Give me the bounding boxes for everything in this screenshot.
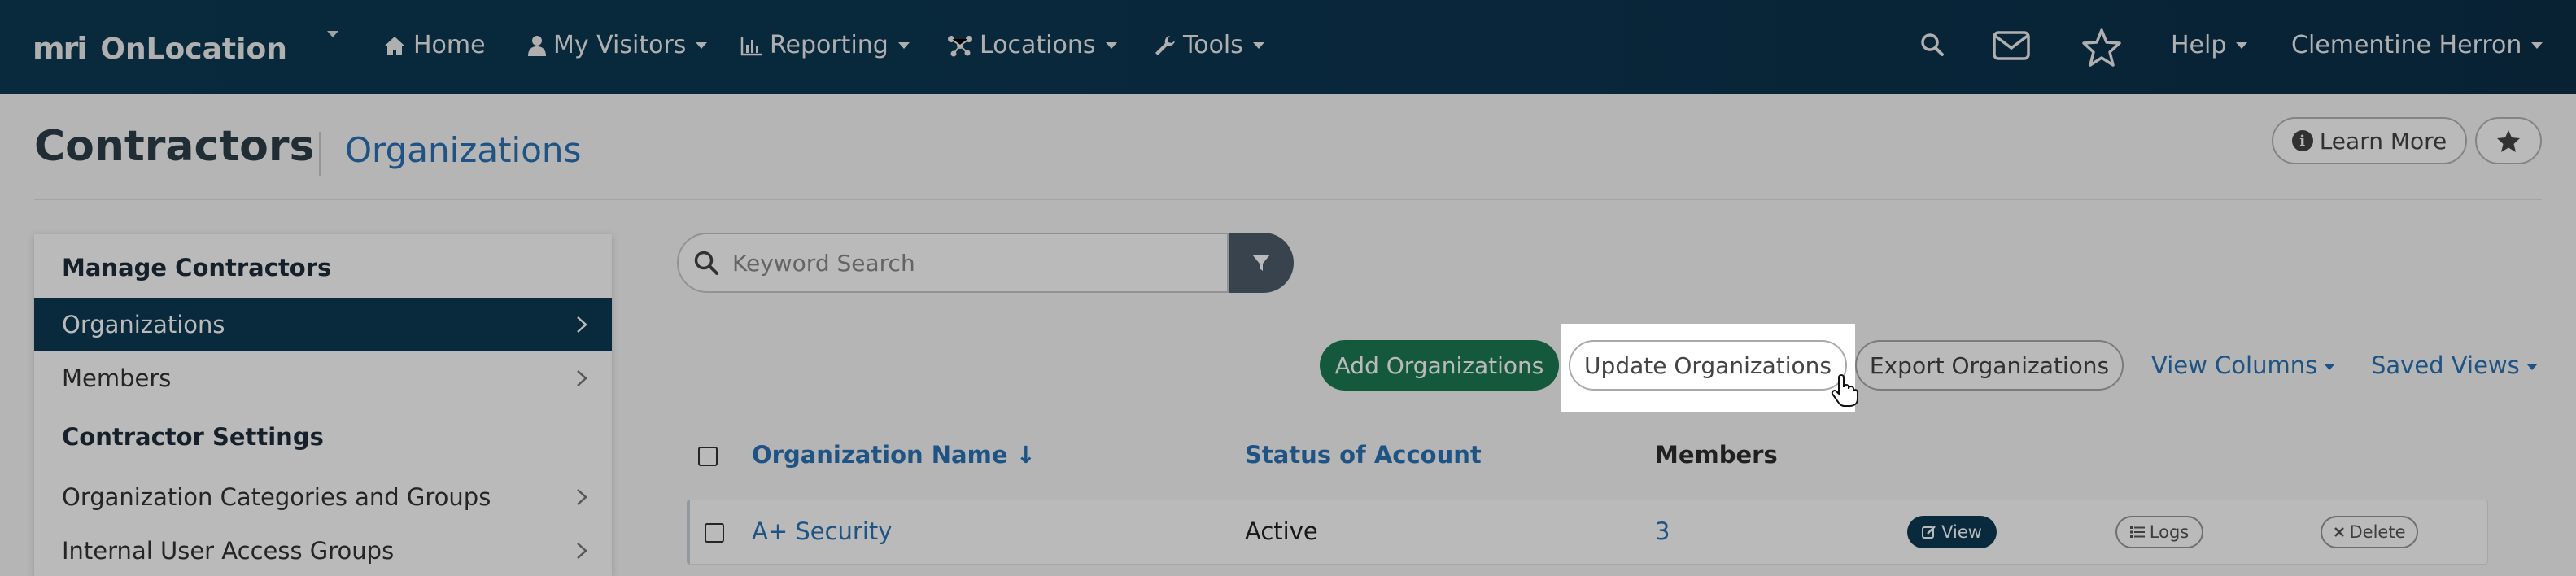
learn-more-label: Learn More [2319,127,2447,155]
search-button[interactable] [1920,33,1951,57]
nav-my-visitors[interactable]: My Visitors [527,31,708,59]
user-name: Clementine Herron [2291,31,2522,59]
bar-chart-icon [740,36,762,55]
wrench-icon [1155,35,1175,55]
table-row [687,500,2488,565]
organization-name-link[interactable]: A+ Security [752,517,892,545]
nav-my-visitors-label: My Visitors [553,31,687,59]
logs-button[interactable]: Logs [2115,516,2203,548]
search-icon [1921,33,1944,56]
list-icon [2129,526,2145,538]
search-input[interactable] [732,249,1188,277]
filter-icon [1252,255,1270,271]
members-count-link[interactable]: 3 [1655,517,1670,545]
nav-home-label: Home [413,31,486,59]
page-subtitle: Organizations [345,130,582,170]
row-checkbox[interactable] [705,523,724,543]
delete-button[interactable]: Delete [2321,516,2418,548]
sidebar-item-label: Organization Categories and Groups [62,483,491,511]
envelope-icon [1993,31,2030,60]
view-columns-dropdown[interactable]: View Columns [2151,351,2336,379]
nav-locations[interactable]: Locations [947,31,1117,59]
view-button[interactable]: View [1907,516,1997,548]
saved-views-dropdown[interactable]: Saved Views [2371,351,2538,379]
column-organization-name[interactable]: Organization Name ↓ [752,441,1036,469]
chevron-down-icon [2324,364,2336,370]
filter-button[interactable] [1229,233,1294,293]
home-icon [384,36,405,55]
learn-more-button[interactable]: i Learn More [2272,117,2467,164]
info-icon: i [2291,130,2313,151]
status-value: Active [1245,517,1318,545]
close-icon [2334,527,2344,537]
column-members: Members [1655,441,1778,469]
sidebar-item-label: Members [62,364,172,392]
app-switcher-dropdown[interactable] [317,31,338,37]
logs-label: Logs [2149,522,2190,542]
export-organizations-button[interactable]: Export Organizations [1855,340,2124,391]
column-status-of-account[interactable]: Status of Account [1245,441,1482,469]
favorites-button[interactable] [2081,28,2128,67]
user-menu[interactable]: Clementine Herron [2291,31,2543,59]
chevron-right-icon [577,543,587,559]
chevron-down-icon [2236,41,2248,49]
sidebar-item-access-groups[interactable]: Internal User Access Groups [34,524,612,576]
hand-pointer-icon [1831,374,1858,407]
star-icon [2082,28,2121,67]
sidebar-section-manage: Manage Contractors [62,254,332,281]
sidebar-item-members[interactable]: Members [34,351,612,405]
chevron-down-icon [2531,41,2543,49]
sidebar: Manage Contractors Organizations Members… [34,234,612,576]
title-divider [319,132,321,176]
chevron-down-icon [2526,364,2538,370]
chevron-down-icon [897,41,910,49]
app-logo[interactable]: mri OnLocation [33,31,287,67]
chevron-down-icon [1252,41,1264,49]
chevron-down-icon [696,41,708,49]
chevron-right-icon [577,316,587,333]
sidebar-item-organizations[interactable]: Organizations [34,298,612,351]
select-all-checkbox[interactable] [698,447,718,466]
messages-button[interactable] [1992,29,2037,62]
help-label: Help [2171,31,2227,59]
chevron-right-icon [577,370,587,386]
chevron-down-icon [1105,41,1117,49]
nav-reporting-label: Reporting [770,31,889,59]
keyword-search [677,233,1229,293]
page-title: Contractors [34,122,315,171]
brand-name: OnLocation [100,32,287,66]
add-organizations-button[interactable]: Add Organizations [1320,340,1559,391]
search-icon [694,251,718,275]
header-divider [34,199,2542,200]
chevron-down-icon [327,31,338,37]
network-icon [948,35,972,56]
star-icon [2497,130,2520,152]
sidebar-item-label: Organizations [62,311,225,338]
nav-locations-label: Locations [980,31,1096,59]
nav-tools-label: Tools [1183,31,1243,59]
nav-reporting[interactable]: Reporting [740,31,910,59]
nav-home[interactable]: Home [382,31,486,59]
tour-spotlight: Update Organizations [1561,324,1855,412]
sidebar-item-label: Internal User Access Groups [62,537,395,565]
top-navbar: mri OnLocation Home My Visitors Reportin… [0,0,2576,94]
delete-label: Delete [2349,522,2406,542]
edit-icon [1922,526,1936,539]
favorite-page-button[interactable] [2475,117,2542,164]
update-organizations-button[interactable]: Update Organizations [1569,340,1847,391]
saved-views-label: Saved Views [2371,351,2520,379]
sidebar-section-settings: Contractor Settings [62,423,324,451]
sidebar-item-categories[interactable]: Organization Categories and Groups [34,470,612,524]
view-label: View [1941,522,1982,542]
help-menu[interactable]: Help [2171,31,2248,59]
nav-tools[interactable]: Tools [1154,31,1264,59]
view-columns-label: View Columns [2151,351,2318,379]
user-icon [528,35,546,56]
chevron-right-icon [577,489,587,505]
mri-logo-icon: mri [33,31,87,67]
